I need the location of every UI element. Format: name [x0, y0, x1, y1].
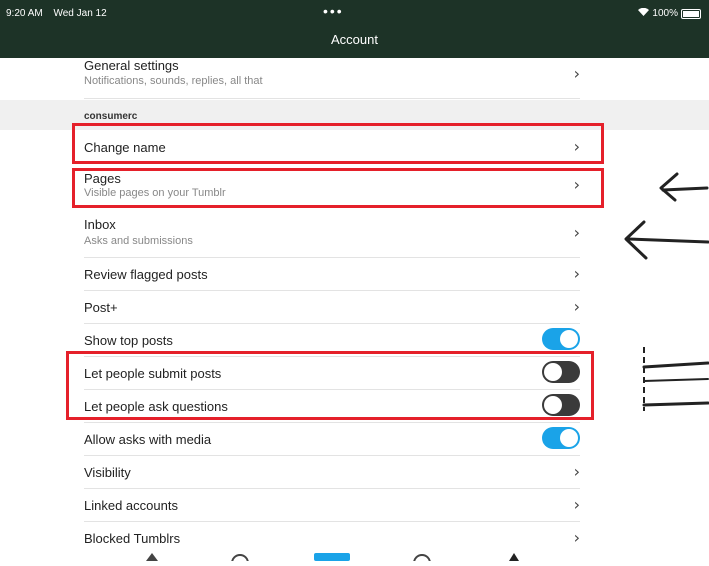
highlight-box-change-name	[72, 123, 604, 164]
row-post-plus[interactable]: Post+ ›	[84, 290, 580, 324]
chevron-right-icon: ›	[573, 223, 580, 242]
tab-bar	[0, 548, 709, 566]
highlight-box-pages	[72, 168, 604, 208]
row-inbox[interactable]: Inbox Asks and submissions ›	[84, 207, 580, 258]
multitask-dots[interactable]: •••	[323, 4, 344, 18]
chevron-right-icon: ›	[573, 495, 580, 514]
arrow-left-icon	[620, 214, 709, 269]
row-general-settings[interactable]: General settings Notifications, sounds, …	[84, 58, 580, 99]
compose-icon[interactable]	[314, 548, 350, 561]
row-title: Show top posts	[84, 333, 173, 348]
status-time-date: 9:20 AM Wed Jan 12	[6, 8, 115, 19]
row-title: Blocked Tumblrs	[84, 531, 181, 546]
account-icon[interactable]	[502, 548, 526, 561]
asks-with-media-toggle[interactable]	[542, 427, 580, 449]
chevron-right-icon: ›	[573, 462, 580, 481]
battery-percent: 100%	[652, 8, 678, 19]
show-top-posts-toggle[interactable]	[542, 328, 580, 350]
arrow-left-icon	[655, 168, 709, 209]
top-bar: 9:20 AM Wed Jan 12 ••• 100% Account	[0, 0, 709, 58]
row-subtitle: Asks and submissions	[84, 235, 193, 247]
status-time: 9:20 AM	[6, 8, 43, 19]
status-right: 100%	[638, 7, 701, 19]
row-review-flagged-posts[interactable]: Review flagged posts ›	[84, 257, 580, 291]
chevron-right-icon: ›	[573, 528, 580, 547]
explore-icon[interactable]	[228, 548, 252, 566]
page-title: Account	[331, 32, 378, 47]
row-subtitle: Notifications, sounds, replies, all that	[84, 75, 263, 87]
chevron-right-icon: ›	[573, 264, 580, 283]
bracket-marker-icon	[640, 345, 709, 420]
chevron-right-icon: ›	[573, 297, 580, 316]
row-title: Post+	[84, 300, 118, 315]
chevron-right-icon: ›	[573, 64, 580, 83]
battery-icon	[681, 8, 701, 19]
activity-icon[interactable]	[410, 548, 434, 566]
row-title: Visibility	[84, 465, 131, 480]
row-title: General settings	[84, 58, 179, 73]
home-icon[interactable]	[140, 548, 164, 561]
status-date: Wed Jan 12	[53, 8, 107, 19]
row-allow-asks-with-media: Allow asks with media	[84, 422, 580, 456]
row-title: Linked accounts	[84, 498, 178, 513]
row-linked-accounts[interactable]: Linked accounts ›	[84, 488, 580, 522]
row-visibility[interactable]: Visibility ›	[84, 455, 580, 489]
row-title: Inbox	[84, 217, 116, 232]
highlight-box-toggles	[66, 351, 594, 420]
row-title: Allow asks with media	[84, 432, 212, 447]
section-blog-name: consumerc	[84, 111, 138, 122]
wifi-icon	[638, 7, 650, 19]
row-title: Review flagged posts	[84, 267, 208, 282]
